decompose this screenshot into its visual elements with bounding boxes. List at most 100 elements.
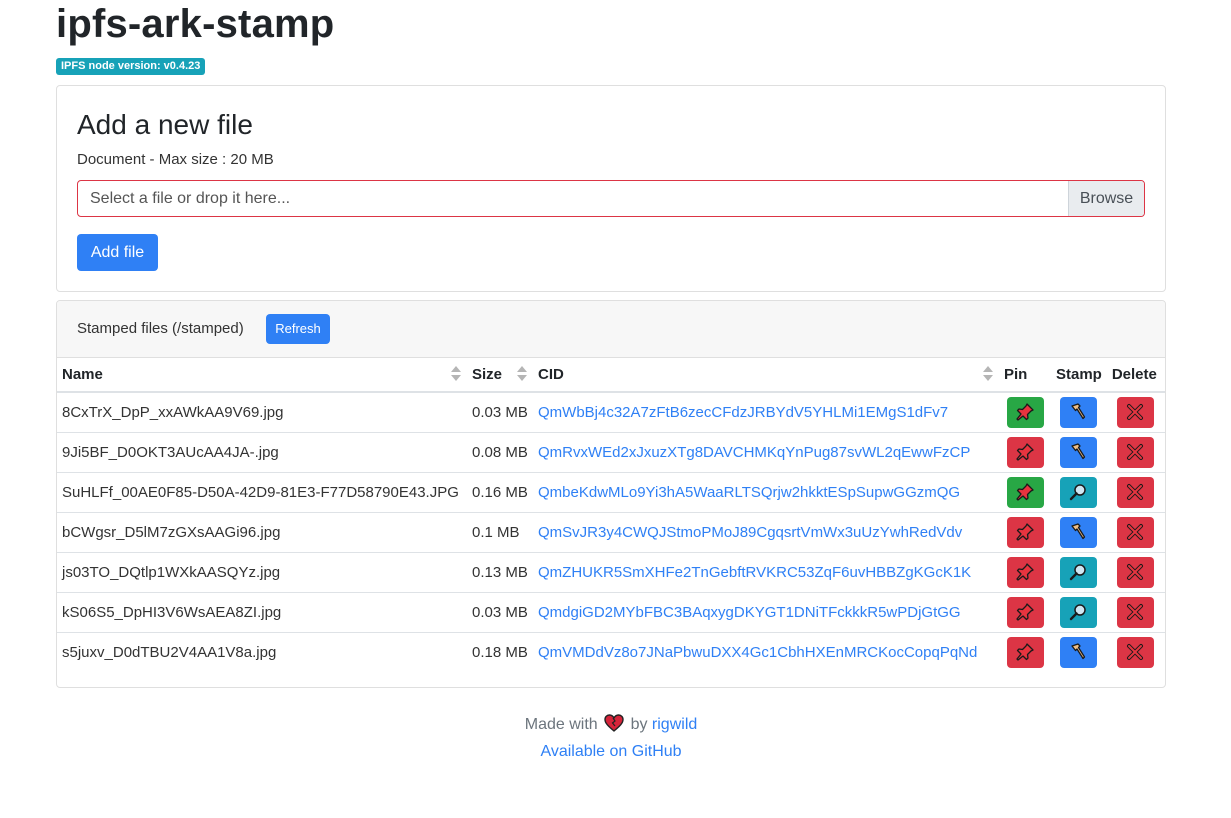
verify-stamp-button[interactable]: [1060, 556, 1098, 588]
delete-cell: [1106, 511, 1165, 552]
file-size: 0.08 MB: [467, 431, 533, 472]
delete-button[interactable]: [1117, 436, 1155, 468]
table-row: SuHLFf_00AE0F85-D50A-42D9-81E3-F77D58790…: [57, 471, 1165, 512]
stamped-files-title: Stamped files (/stamped): [77, 320, 244, 337]
table-row: 9Ji5BF_D0OKT3AUcAA4JA-.jpg 0.08 MB QmRvxWE…: [57, 431, 1165, 472]
pin-button[interactable]: [1006, 476, 1044, 508]
verify-stamp-button[interactable]: [1060, 596, 1098, 628]
stamp-cell: [1051, 511, 1107, 552]
cid-link[interactable]: QmVMDdVz8o7JNaPbwuDXX4Gc1CbhHXEnMRCKocCo…: [538, 644, 977, 661]
file-size: 0.03 MB: [472, 403, 528, 421]
file-input[interactable]: Select a file or drop it here... Browse: [77, 180, 1145, 217]
delete-button[interactable]: [1117, 476, 1155, 508]
stamp-cell: [1051, 392, 1107, 432]
cid-link[interactable]: QmSvJR3y4CWQJStmoPMoJ89CgqsrtVmWx3uUzYwh…: [538, 524, 962, 541]
file-cid: QmSvJR3y4CWQJStmoPMoJ89CgqsrtVmWx3uUzYwh…: [533, 511, 999, 552]
file-cid: QmWbBj4c32A7zFtB6zecCFdzJRBYdV5YHLMi1EMg…: [533, 392, 999, 432]
delete-button[interactable]: [1117, 596, 1155, 628]
pin-button[interactable]: [1006, 596, 1044, 628]
add-file-button[interactable]: Add file: [77, 234, 158, 271]
heart-icon: [604, 714, 624, 740]
file-size: 0.18 MB: [467, 631, 533, 672]
delete-button[interactable]: [1117, 396, 1155, 428]
stamp-button[interactable]: [1060, 396, 1098, 428]
column-header-pin: Pin: [999, 358, 1051, 393]
pin-cell: [999, 392, 1051, 432]
pin-cell: [999, 471, 1051, 512]
delete-cell: [1106, 471, 1165, 512]
file-name: kS06S5_DpHI3V6WsAEA8ZI.jpg: [57, 591, 467, 632]
column-header-stamp: Stamp: [1051, 358, 1107, 393]
file-name: 8CxTrX_DpP_xxAWkAA9V69.jpg: [62, 403, 284, 421]
cid-link[interactable]: QmbeKdwMLo9Yi3hA5WaaRLTSQrjw2hkktESpSupw…: [538, 484, 960, 501]
stamped-files-card: Stamped files (/stamped) Refresh Name Si…: [56, 300, 1166, 688]
table-row: bCWgsr_D5lM7zGXsAAGi96.jpg 0.1 MB QmSvJR3y…: [57, 511, 1165, 552]
pin-button[interactable]: [1006, 636, 1044, 668]
add-file-card: Add a new file Document - Max size : 20 …: [56, 85, 1166, 292]
stamp-button[interactable]: [1060, 636, 1098, 668]
file-name: js03TO_DQtlp1WXkAASQYz.jpg: [57, 551, 467, 592]
pin-button[interactable]: [1006, 436, 1044, 468]
delete-cell: [1106, 631, 1165, 672]
refresh-button[interactable]: Refresh: [266, 314, 330, 344]
table-row: s5juxv_D0dTBU2V4AA1V8a.jpg 0.18 MB QmVMDdV…: [57, 631, 1165, 672]
footer-made-with: Made with: [524, 716, 598, 733]
pin-button[interactable]: [1006, 396, 1044, 428]
delete-cell: [1106, 551, 1165, 592]
author-link[interactable]: rigwild: [652, 716, 697, 733]
cid-link[interactable]: QmZHUKR5SmXHFe2TnGebftRVKRC53ZqF6uvHBBZg…: [538, 564, 971, 581]
pin-button[interactable]: [1006, 516, 1044, 548]
stamp-button[interactable]: [1060, 436, 1098, 468]
stamp-cell: [1051, 551, 1107, 592]
file-cid: QmbeKdwMLo9Yi3hA5WaaRLTSQrjw2hkktESpSupw…: [533, 471, 999, 512]
column-header-name[interactable]: Name: [57, 358, 467, 393]
file-size: 0.16 MB: [467, 471, 533, 512]
github-link[interactable]: Available on GitHub: [540, 743, 681, 760]
sort-icon: [451, 366, 461, 382]
file-size: 0.03 MB: [467, 591, 533, 632]
cid-link[interactable]: QmWbBj4c32A7zFtB6zecCFdzJRBYdV5YHLMi1EMg…: [538, 404, 948, 421]
file-name: s5juxv_D0dTBU2V4AA1V8a.jpg: [57, 631, 467, 672]
files-table: Name Size CID Pin Stamp Delete 8CxTrX_Dp…: [57, 358, 1165, 672]
footer-credit: Made with by rigwild: [0, 713, 1222, 740]
stamp-cell: [1051, 591, 1107, 632]
file-size: 0.1 MB: [467, 511, 533, 552]
table-row: 8CxTrX_DpP_xxAWkAA9V69.jpg 0.03 MB QmWbBj4…: [57, 392, 1165, 432]
file-input-placeholder: Select a file or drop it here...: [90, 190, 291, 207]
ipfs-version-badge: IPFS node version: v0.4.23: [56, 58, 206, 75]
verify-stamp-button[interactable]: [1060, 476, 1098, 508]
files-table-body: 8CxTrX_DpP_xxAWkAA9V69.jpg 0.03 MB QmWbBj4…: [57, 392, 1165, 672]
column-header-size[interactable]: Size: [467, 358, 533, 393]
file-cid: QmVMDdVz8o7JNaPbwuDXX4Gc1CbhHXEnMRCKocCo…: [533, 631, 999, 672]
delete-cell: [1106, 591, 1165, 632]
stamp-button[interactable]: [1060, 516, 1098, 548]
file-name: 9Ji5BF_D0OKT3AUcAA4JA-.jpg: [57, 431, 467, 472]
file-cid: QmZHUKR5SmXHFe2TnGebftRVKRC53ZqF6uvHBBZg…: [533, 551, 999, 592]
stamp-cell: [1051, 471, 1107, 512]
pin-cell: [999, 431, 1051, 472]
table-row: js03TO_DQtlp1WXkAASQYz.jpg 0.13 MB QmZHUKR…: [57, 551, 1165, 592]
pin-cell: [999, 631, 1051, 672]
cid-link[interactable]: QmdgiGD2MYbFBC3BAqxygDKYGT1DNiTFckkkR5wP…: [538, 604, 961, 621]
pin-cell: [999, 591, 1051, 632]
browse-button[interactable]: Browse: [1068, 181, 1144, 216]
delete-button[interactable]: [1117, 516, 1155, 548]
pin-cell: [999, 511, 1051, 552]
cid-link[interactable]: QmRvxWEd2xJxuzXTg8DAVCHMKqYnPug87svWL2qE…: [538, 444, 970, 461]
column-header-cid[interactable]: CID: [533, 358, 999, 393]
pin-cell: [999, 551, 1051, 592]
delete-button[interactable]: [1117, 556, 1155, 588]
file-name: SuHLFf_00AE0F85-D50A-42D9-81E3-F77D58790…: [57, 471, 467, 512]
stamp-cell: [1051, 431, 1107, 472]
footer-by: by: [630, 716, 648, 733]
column-header-delete: Delete: [1106, 358, 1165, 393]
delete-cell: [1107, 392, 1165, 432]
pin-button[interactable]: [1006, 556, 1044, 588]
delete-button[interactable]: [1117, 636, 1155, 668]
file-cid: QmRvxWEd2xJxuzXTg8DAVCHMKqYnPug87svWL2qE…: [533, 431, 999, 472]
page-title: ipfs-ark-stamp: [56, 2, 335, 46]
file-name: bCWgsr_D5lM7zGXsAAGi96.jpg: [57, 511, 467, 552]
file-cid: QmdgiGD2MYbFBC3BAqxygDKYGT1DNiTFckkkR5wP…: [533, 591, 999, 632]
file-size-hint: Document - Max size : 20 MB: [77, 151, 274, 168]
footer: Made with by rigwild Available on GitHub: [0, 713, 1222, 764]
